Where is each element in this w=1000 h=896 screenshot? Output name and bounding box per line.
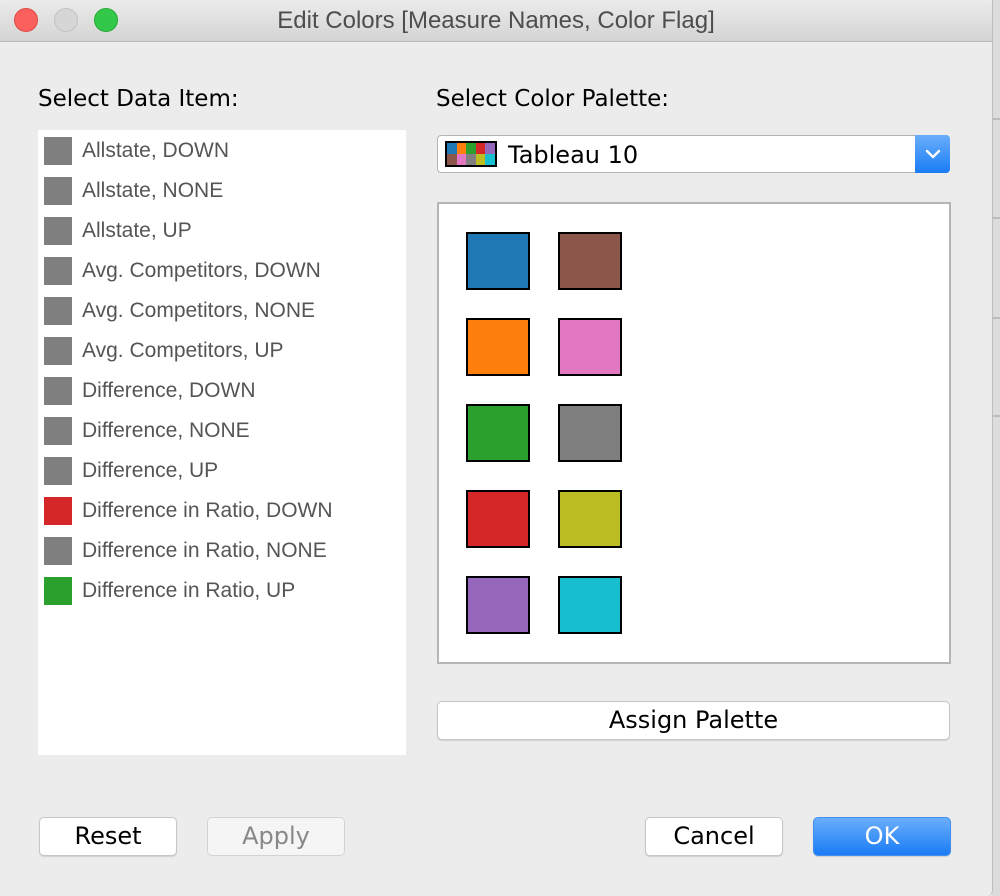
data-item-label: Difference in Ratio, NONE <box>82 539 327 562</box>
palette-preview-cell <box>475 154 486 165</box>
palette-preview-cell <box>475 143 486 154</box>
palette-swatch-grid <box>437 202 951 664</box>
color-swatch <box>44 577 72 605</box>
data-item[interactable]: Difference in Ratio, DOWN <box>44 497 333 525</box>
palette-swatch[interactable] <box>558 318 622 376</box>
palette-swatch[interactable] <box>466 490 530 548</box>
color-swatch <box>44 497 72 525</box>
title-bar[interactable]: Edit Colors [Measure Names, Color Flag] <box>0 0 992 42</box>
data-item[interactable]: Avg. Competitors, UP <box>44 337 284 365</box>
background-divider <box>992 118 1000 120</box>
chevron-down-icon[interactable] <box>915 135 950 173</box>
edit-colors-dialog: Edit Colors [Measure Names, Color Flag] … <box>0 0 993 896</box>
data-item[interactable]: Difference in Ratio, NONE <box>44 537 327 565</box>
data-item[interactable]: Avg. Competitors, NONE <box>44 297 315 325</box>
background-window <box>992 0 1000 896</box>
data-item[interactable]: Allstate, DOWN <box>44 137 229 165</box>
data-item-label: Difference in Ratio, UP <box>82 579 296 602</box>
select-data-item-heading: Select Data Item: <box>38 86 239 112</box>
palette-swatch[interactable] <box>466 576 530 634</box>
palette-swatch[interactable] <box>558 576 622 634</box>
data-item[interactable]: Difference in Ratio, UP <box>44 577 295 605</box>
data-item[interactable]: Difference, DOWN <box>44 377 256 405</box>
palette-preview-cell <box>466 154 476 165</box>
data-item[interactable]: Allstate, UP <box>44 217 192 245</box>
palette-preview-cell <box>466 143 476 154</box>
window-title: Edit Colors [Measure Names, Color Flag] <box>277 7 715 34</box>
background-divider <box>992 317 1000 319</box>
palette-preview-cell <box>447 143 457 154</box>
color-swatch <box>44 417 72 445</box>
color-swatch <box>44 177 72 205</box>
palette-preview-cell <box>456 154 467 165</box>
cancel-button[interactable]: Cancel <box>645 817 783 856</box>
color-swatch <box>44 137 72 165</box>
data-item-label: Difference, DOWN <box>82 379 256 402</box>
select-color-palette-heading: Select Color Palette: <box>436 86 670 112</box>
data-item-label: Allstate, UP <box>82 219 192 242</box>
assign-palette-button[interactable]: Assign Palette <box>437 701 950 740</box>
palette-swatch[interactable] <box>558 404 622 462</box>
palette-swatch[interactable] <box>466 318 530 376</box>
palette-select-value: Tableau 10 <box>508 141 639 169</box>
data-item-label: Avg. Competitors, UP <box>82 339 284 362</box>
data-item[interactable]: Difference, NONE <box>44 417 250 445</box>
color-swatch <box>44 337 72 365</box>
palette-swatch[interactable] <box>558 232 622 290</box>
data-item-label: Avg. Competitors, NONE <box>82 299 316 322</box>
color-swatch <box>44 377 72 405</box>
palette-preview-cell <box>456 143 467 154</box>
color-swatch <box>44 537 72 565</box>
color-swatch <box>44 297 72 325</box>
palette-swatch[interactable] <box>466 232 530 290</box>
palette-preview-cell <box>485 154 495 165</box>
data-item-label: Allstate, DOWN <box>82 139 230 162</box>
data-item[interactable]: Difference, UP <box>44 457 218 485</box>
data-item-label: Avg. Competitors, DOWN <box>82 259 321 282</box>
data-item-list[interactable]: Allstate, DOWN Allstate, NONE Allstate, UP… <box>38 130 406 755</box>
color-swatch <box>44 257 72 285</box>
palette-preview-icon <box>445 141 497 167</box>
data-item[interactable]: Avg. Competitors, DOWN <box>44 257 321 285</box>
palette-preview-cell <box>447 154 457 165</box>
palette-swatch[interactable] <box>466 404 530 462</box>
data-item-label: Difference in Ratio, DOWN <box>82 499 333 522</box>
palette-swatch[interactable] <box>558 490 622 548</box>
ok-button[interactable]: OK <box>813 817 951 856</box>
background-divider <box>992 217 1000 219</box>
apply-button[interactable]: Apply <box>207 817 345 856</box>
background-divider <box>992 415 1000 417</box>
color-swatch <box>44 457 72 485</box>
data-item[interactable]: Allstate, NONE <box>44 177 223 205</box>
data-item-label: Allstate, NONE <box>82 179 224 202</box>
palette-select[interactable]: Tableau 10 <box>437 135 950 173</box>
color-swatch <box>44 217 72 245</box>
palette-preview-cell <box>485 143 495 154</box>
reset-button[interactable]: Reset <box>39 817 177 856</box>
data-item-label: Difference, UP <box>82 459 219 482</box>
data-item-label: Difference, NONE <box>82 419 250 442</box>
